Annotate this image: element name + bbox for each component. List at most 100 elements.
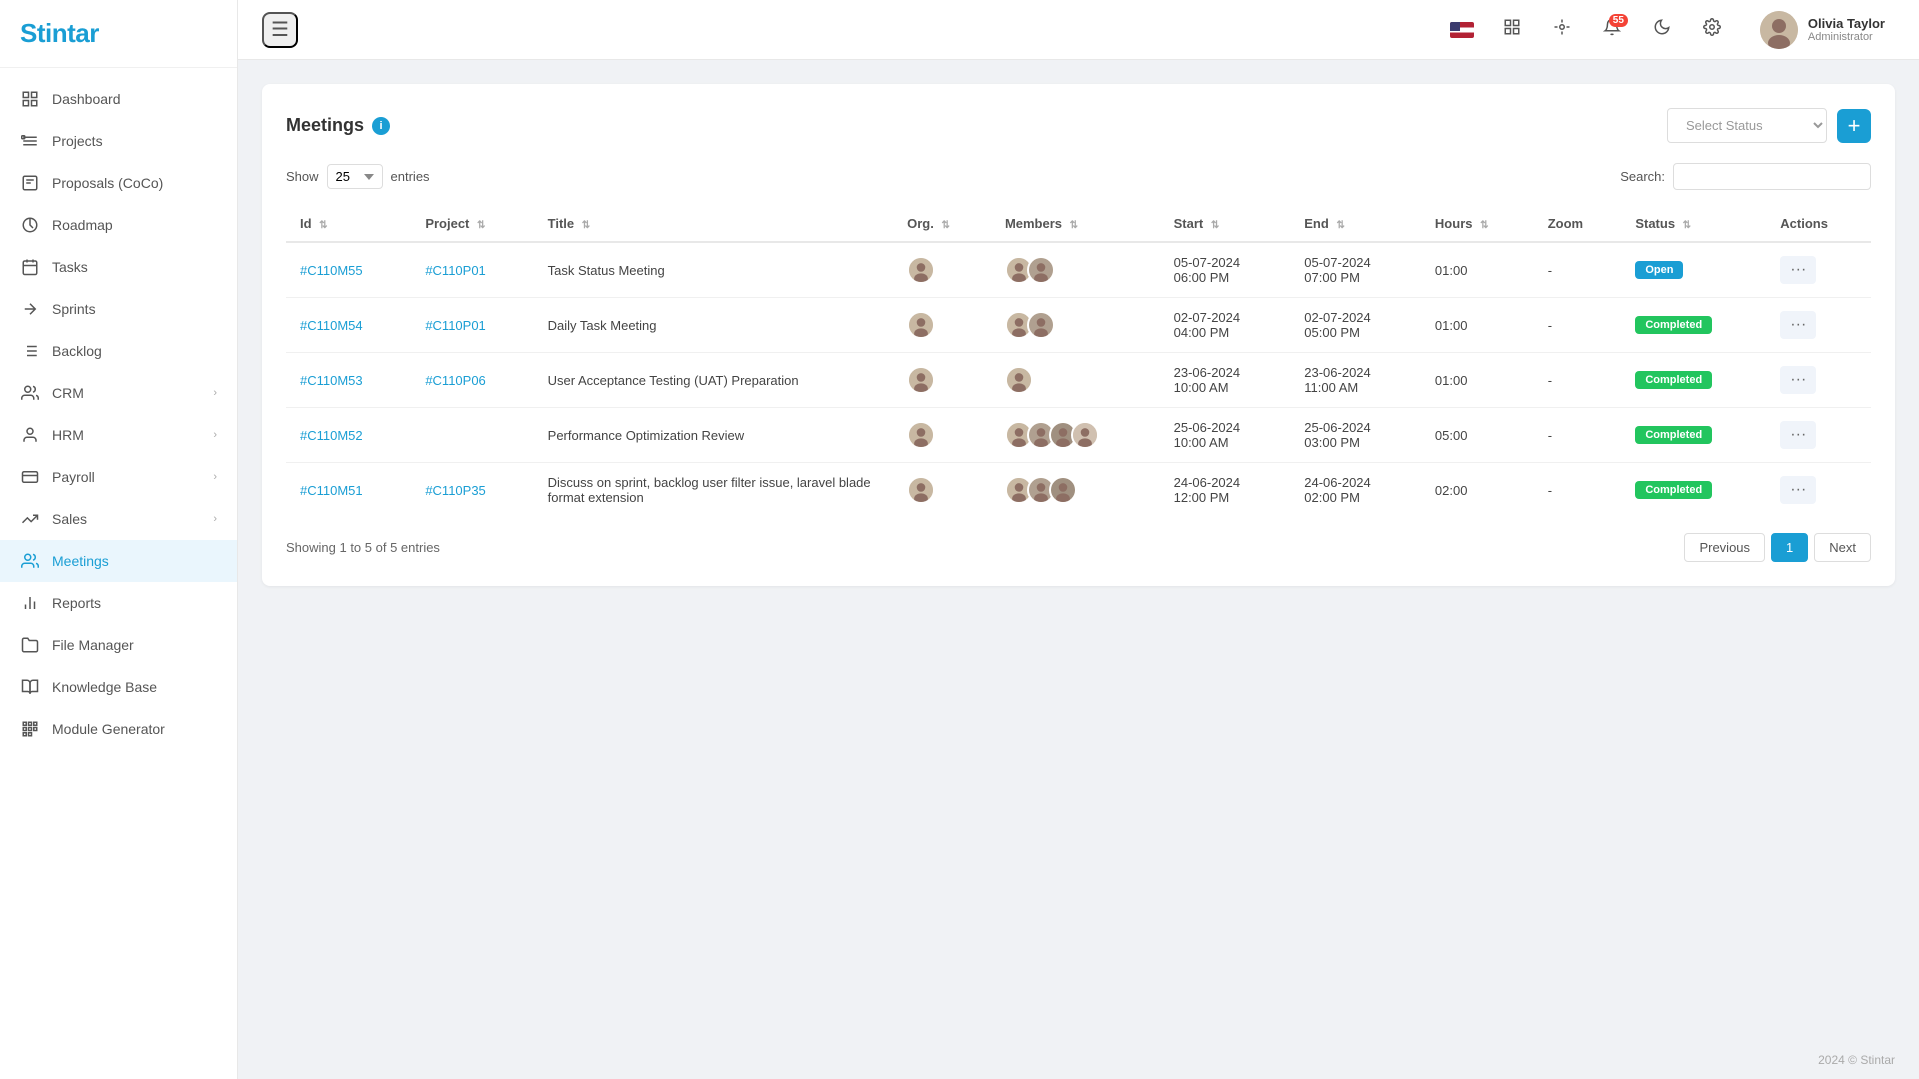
grid-icon <box>1503 18 1521 41</box>
col-status[interactable]: Status ⇅ <box>1621 206 1766 242</box>
meeting-title: Discuss on sprint, backlog user filter i… <box>534 463 893 518</box>
sidebar-item-meetings[interactable]: Meetings <box>0 540 237 582</box>
sidebar-item-dashboard[interactable]: Dashboard <box>0 78 237 120</box>
sidebar-item-sales[interactable]: Sales › <box>0 498 237 540</box>
meeting-title: Performance Optimization Review <box>534 408 893 463</box>
col-org[interactable]: Org. ⇅ <box>893 206 991 242</box>
info-icon[interactable]: i <box>372 117 390 135</box>
row-actions-button[interactable]: ··· <box>1780 311 1816 339</box>
meeting-id-link[interactable]: #C110M52 <box>300 428 363 443</box>
layout-button[interactable] <box>1544 12 1580 48</box>
sidebar-item-crm[interactable]: CRM › <box>0 372 237 414</box>
meeting-id-link[interactable]: #C110M51 <box>300 483 363 498</box>
layout-icon <box>1553 18 1571 41</box>
project-link[interactable]: #C110P01 <box>425 318 485 333</box>
logo-area: Stintar <box>0 0 237 68</box>
row-actions-button[interactable]: ··· <box>1780 476 1816 504</box>
table-controls: Show 25 10 50 100 entries Search: <box>286 163 1871 190</box>
col-members[interactable]: Members ⇅ <box>991 206 1160 242</box>
hours: 01:00 <box>1421 353 1534 408</box>
sidebar-item-payroll[interactable]: Payroll › <box>0 456 237 498</box>
user-profile[interactable]: Olivia Taylor Administrator <box>1750 5 1895 55</box>
col-id[interactable]: Id ⇅ <box>286 206 411 242</box>
sidebar-item-file-manager[interactable]: File Manager <box>0 624 237 666</box>
sidebar-item-roadmap[interactable]: Roadmap <box>0 204 237 246</box>
card-actions: Select Status Open Completed + <box>1667 108 1871 143</box>
sidebar-item-module-generator[interactable]: Module Generator <box>0 708 237 750</box>
start-date: 05-07-2024 06:00 PM <box>1160 242 1291 298</box>
col-project[interactable]: Project ⇅ <box>411 206 533 242</box>
meeting-title: Daily Task Meeting <box>534 298 893 353</box>
previous-button[interactable]: Previous <box>1684 533 1765 562</box>
sidebar-label-backlog: Backlog <box>52 343 217 359</box>
sidebar-item-knowledge-base[interactable]: Knowledge Base <box>0 666 237 708</box>
page-1-button[interactable]: 1 <box>1771 533 1808 562</box>
row-actions-button[interactable]: ··· <box>1780 421 1816 449</box>
entries-select[interactable]: 25 10 50 100 <box>327 164 383 189</box>
sidebar-label-payroll: Payroll <box>52 469 213 485</box>
hrm-chevron: › <box>213 429 217 441</box>
sidebar-item-tasks[interactable]: Tasks <box>0 246 237 288</box>
col-end[interactable]: End ⇅ <box>1290 206 1421 242</box>
project-link[interactable]: #C110P35 <box>425 483 485 498</box>
sales-chevron: › <box>213 513 217 525</box>
search-area: Search: <box>1620 163 1871 190</box>
end-date: 05-07-2024 07:00 PM <box>1290 242 1421 298</box>
sidebar-label-crm: CRM <box>52 385 213 401</box>
avatar <box>907 366 935 394</box>
member-avatar <box>1027 256 1055 284</box>
col-hours[interactable]: Hours ⇅ <box>1421 206 1534 242</box>
col-title[interactable]: Title ⇅ <box>534 206 893 242</box>
main-area: ☰ 55 <box>238 0 1919 1079</box>
project-link[interactable]: #C110P06 <box>425 373 485 388</box>
zoom: - <box>1534 353 1622 408</box>
next-button[interactable]: Next <box>1814 533 1871 562</box>
entries-label: entries <box>391 169 430 184</box>
sidebar-nav: Dashboard Projects Proposals (CoCo) Road… <box>0 68 237 1079</box>
status-badge: Completed <box>1635 371 1712 389</box>
payroll-icon <box>20 467 40 487</box>
sidebar-item-hrm[interactable]: HRM › <box>0 414 237 456</box>
search-input[interactable] <box>1673 163 1871 190</box>
member-avatar <box>1071 421 1099 449</box>
meeting-id-link[interactable]: #C110M53 <box>300 373 363 388</box>
menu-toggle-button[interactable]: ☰ <box>262 12 298 48</box>
add-meeting-button[interactable]: + <box>1837 109 1871 143</box>
roadmap-icon <box>20 215 40 235</box>
start-date: 02-07-2024 04:00 PM <box>1160 298 1291 353</box>
row-actions-button[interactable]: ··· <box>1780 366 1816 394</box>
sidebar-item-sprints[interactable]: Sprints <box>0 288 237 330</box>
member-avatar <box>1049 476 1077 504</box>
status-badge: Open <box>1635 261 1683 279</box>
sidebar-item-backlog[interactable]: Backlog <box>0 330 237 372</box>
org-avatar-cell <box>893 298 991 353</box>
sidebar-label-dashboard: Dashboard <box>52 91 217 107</box>
app-logo[interactable]: Stintar <box>20 18 217 49</box>
member-avatar <box>1027 311 1055 339</box>
project-link[interactable]: #C110P01 <box>425 263 485 278</box>
notifications-button[interactable]: 55 <box>1594 12 1630 48</box>
status-select[interactable]: Select Status Open Completed <box>1667 108 1827 143</box>
header: ☰ 55 <box>238 0 1919 60</box>
meeting-id-link[interactable]: #C110M55 <box>300 263 363 278</box>
meeting-id-link[interactable]: #C110M54 <box>300 318 363 333</box>
sprints-icon <box>20 299 40 319</box>
sort-icon-hours: ⇅ <box>1480 220 1488 231</box>
dark-mode-button[interactable] <box>1644 12 1680 48</box>
page-title: Meetings <box>286 115 364 136</box>
start-date: 23-06-2024 10:00 AM <box>1160 353 1291 408</box>
table-row: #C110M52Performance Optimization Review2… <box>286 408 1871 463</box>
start-date: 24-06-2024 12:00 PM <box>1160 463 1291 518</box>
col-start[interactable]: Start ⇅ <box>1160 206 1291 242</box>
settings-button[interactable] <box>1694 12 1730 48</box>
sidebar-item-projects[interactable]: Projects <box>0 120 237 162</box>
meetings-icon <box>20 551 40 571</box>
sidebar-item-proposals[interactable]: Proposals (CoCo) <box>0 162 237 204</box>
hrm-icon <box>20 425 40 445</box>
grid-button[interactable] <box>1494 12 1530 48</box>
status-badge: Completed <box>1635 316 1712 334</box>
row-actions-button[interactable]: ··· <box>1780 256 1816 284</box>
meetings-table: Id ⇅ Project ⇅ Title ⇅ Org. ⇅ Members ⇅ … <box>286 206 1871 517</box>
language-selector[interactable] <box>1444 12 1480 48</box>
sidebar-item-reports[interactable]: Reports <box>0 582 237 624</box>
